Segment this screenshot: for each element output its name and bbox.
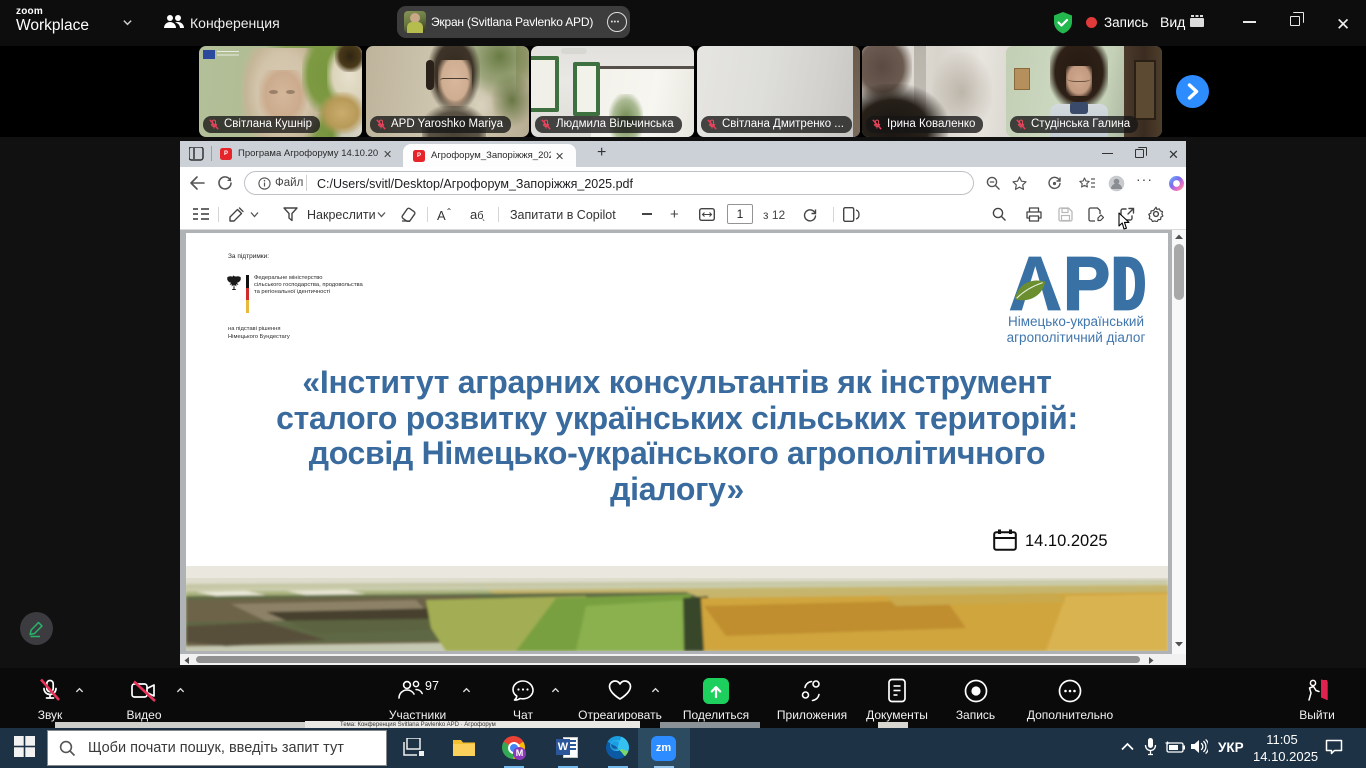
svg-text:97: 97	[425, 679, 439, 693]
